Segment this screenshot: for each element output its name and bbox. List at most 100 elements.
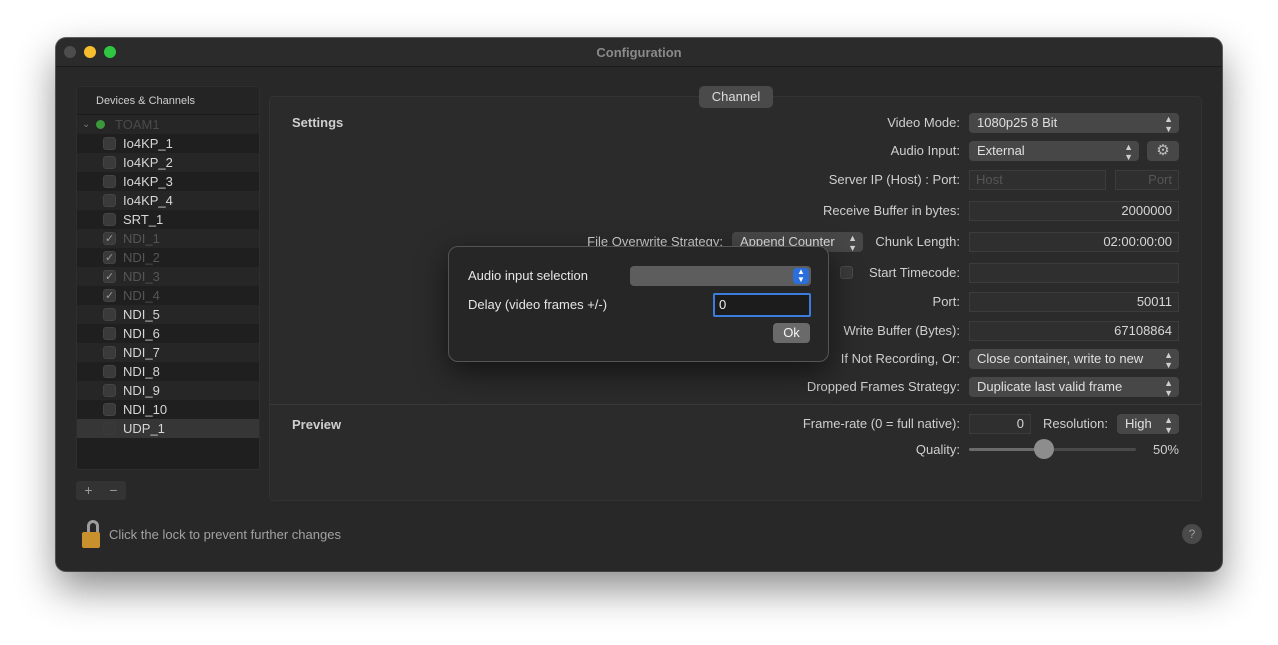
device-tree: ⌄ TOAM1 Io4KP_1 Io4KP_2 Io4KP_3 Io4KP_4 SRT_… (77, 115, 259, 438)
devices-channels-sidebar: Devices & Channels ⌄ TOAM1 Io4KP_1 Io4KP_… (76, 86, 260, 470)
sidebar-item-io4kp_3[interactable]: Io4KP_3 (77, 172, 259, 191)
remove-button[interactable]: − (101, 481, 126, 500)
channel-checkbox[interactable] (103, 384, 116, 397)
sidebar-item-label: SRT_1 (123, 212, 164, 227)
host-input[interactable]: Host (969, 170, 1106, 190)
server-port-input[interactable]: Port (1115, 170, 1179, 190)
sidebar-item-udp_1[interactable]: UDP_1 (77, 419, 259, 438)
quality-label: Quality: (915, 442, 960, 457)
sidebar-item-label: NDI_10 (123, 402, 168, 417)
server-ip-label: Server IP (Host) : Port: (828, 172, 960, 187)
channel-checkbox[interactable] (103, 308, 116, 321)
quality-slider-thumb[interactable] (1034, 439, 1054, 459)
sidebar-item-ndi_4[interactable]: NDI_4 (77, 286, 259, 306)
channel-checkbox[interactable] (103, 213, 116, 226)
resolution-value: High (1125, 416, 1152, 431)
sidebar-item-label: UDP_1 (123, 421, 165, 436)
chunk-length-input[interactable]: 02:00:00:00 (969, 232, 1179, 252)
sidebar-item-label: Io4KP_2 (123, 155, 173, 170)
delay-label: Delay (video frames +/-) (468, 297, 608, 312)
channel-checkbox[interactable] (103, 194, 116, 207)
preview-title: Preview (292, 417, 342, 432)
sidebar-item-io4kp_2[interactable]: Io4KP_2 (77, 153, 259, 172)
chevron-down-icon[interactable]: ⌄ (82, 115, 90, 134)
host-placeholder: Host (976, 172, 1003, 187)
sidebar-item-ndi_3[interactable]: NDI_3 (77, 267, 259, 287)
sidebar-item-ndi_7[interactable]: NDI_7 (77, 343, 259, 362)
updown-arrows-icon: ▲ ▼ (1164, 415, 1173, 435)
sidebar-item-ndi_9[interactable]: NDI_9 (77, 381, 259, 400)
port-input[interactable]: 50011 (969, 292, 1179, 312)
channel-checkbox[interactable] (103, 249, 116, 268)
dropped-frames-value: Duplicate last valid frame (977, 379, 1123, 394)
section-divider (270, 404, 1201, 405)
channel-checkbox[interactable] (103, 365, 116, 378)
updown-arrows-icon: ▲ ▼ (1164, 350, 1173, 370)
quality-slider-fill (969, 448, 1044, 451)
sidebar-item-label: Io4KP_3 (123, 174, 173, 189)
updown-arrows-icon: ▲ ▼ (848, 233, 857, 253)
write-buffer-input[interactable]: 67108864 (969, 321, 1179, 341)
video-mode-select[interactable]: 1080p25 8 Bit ▲ ▼ (969, 113, 1179, 134)
title-bar: Configuration (56, 38, 1222, 67)
channel-checkbox[interactable] (103, 156, 116, 169)
sidebar-item-label: NDI_8 (123, 364, 160, 379)
sidebar-item-ndi_5[interactable]: NDI_5 (77, 305, 259, 324)
sidebar-add-remove: + − (76, 481, 126, 500)
channel-checkbox[interactable] (103, 137, 116, 150)
sidebar-item-ndi_8[interactable]: NDI_8 (77, 362, 259, 381)
dropped-frames-select[interactable]: Duplicate last valid frame ▲ ▼ (969, 377, 1179, 398)
lock-icon[interactable] (82, 520, 100, 550)
sidebar-item-label: NDI_2 (123, 250, 160, 265)
sidebar-item-ndi_6[interactable]: NDI_6 (77, 324, 259, 343)
receive-buffer-label: Receive Buffer in bytes: (822, 203, 960, 218)
start-timecode-checkbox[interactable] (840, 266, 853, 279)
sidebar-item-io4kp_4[interactable]: Io4KP_4 (77, 191, 259, 210)
not-recording-label: If Not Recording, Or: (840, 351, 960, 366)
dropped-frames-label: Dropped Frames Strategy: (806, 379, 960, 394)
video-mode-value: 1080p25 8 Bit (977, 115, 1058, 130)
sidebar-item-srt_1[interactable]: SRT_1 (77, 210, 259, 229)
tree-root-device[interactable]: ⌄ TOAM1 (77, 115, 259, 134)
updown-arrows-icon: ▲ ▼ (1164, 378, 1173, 398)
not-recording-select[interactable]: Close container, write to new ▲ ▼ (969, 349, 1179, 370)
help-button[interactable]: ? (1182, 524, 1202, 544)
sidebar-item-label: NDI_7 (123, 345, 160, 360)
sidebar-item-io4kp_1[interactable]: Io4KP_1 (77, 134, 259, 153)
tab-channel[interactable]: Channel (699, 86, 773, 108)
sidebar-item-label: NDI_6 (123, 326, 160, 341)
sidebar-header: Devices & Channels (77, 87, 259, 115)
audio-settings-button[interactable]: ⚙ (1147, 141, 1179, 161)
receive-buffer-input[interactable]: 2000000 (969, 201, 1179, 221)
audio-selection-select[interactable]: ▲ ▼ (630, 266, 811, 286)
channel-checkbox[interactable] (103, 422, 116, 435)
channel-checkbox[interactable] (103, 346, 116, 359)
add-button[interactable]: + (76, 481, 101, 500)
resolution-select[interactable]: High ▲ ▼ (1117, 414, 1179, 435)
framerate-input[interactable]: 0 (969, 414, 1031, 434)
sidebar-item-ndi_1[interactable]: NDI_1 (77, 229, 259, 249)
sidebar-item-ndi_10[interactable]: NDI_10 (77, 400, 259, 419)
video-mode-label: Video Mode: (887, 115, 960, 130)
channel-checkbox[interactable] (103, 268, 116, 287)
start-timecode-label: Start Timecode: (868, 265, 960, 280)
audio-input-value: External (977, 143, 1025, 158)
channel-checkbox[interactable] (103, 287, 116, 306)
channel-checkbox[interactable] (103, 230, 116, 249)
sidebar-item-ndi_2[interactable]: NDI_2 (77, 248, 259, 268)
delay-input[interactable]: 0 (713, 293, 811, 317)
channel-checkbox[interactable] (103, 327, 116, 340)
channel-checkbox[interactable] (103, 175, 116, 188)
sidebar-item-label: NDI_3 (123, 269, 160, 284)
audio-input-select[interactable]: External ▲ ▼ (969, 141, 1139, 162)
audio-selection-label: Audio input selection (468, 268, 588, 283)
ok-button[interactable]: Ok (773, 323, 810, 343)
updown-arrows-icon: ▲ ▼ (793, 268, 809, 284)
settings-title: Settings (292, 115, 344, 130)
sidebar-item-label: NDI_4 (123, 288, 160, 303)
start-timecode-input[interactable] (969, 263, 1179, 283)
channel-checkbox[interactable] (103, 403, 116, 416)
framerate-label: Frame-rate (0 = full native): (802, 416, 960, 431)
sidebar-item-label: Io4KP_4 (123, 193, 173, 208)
quality-value: 50% (1152, 442, 1179, 457)
